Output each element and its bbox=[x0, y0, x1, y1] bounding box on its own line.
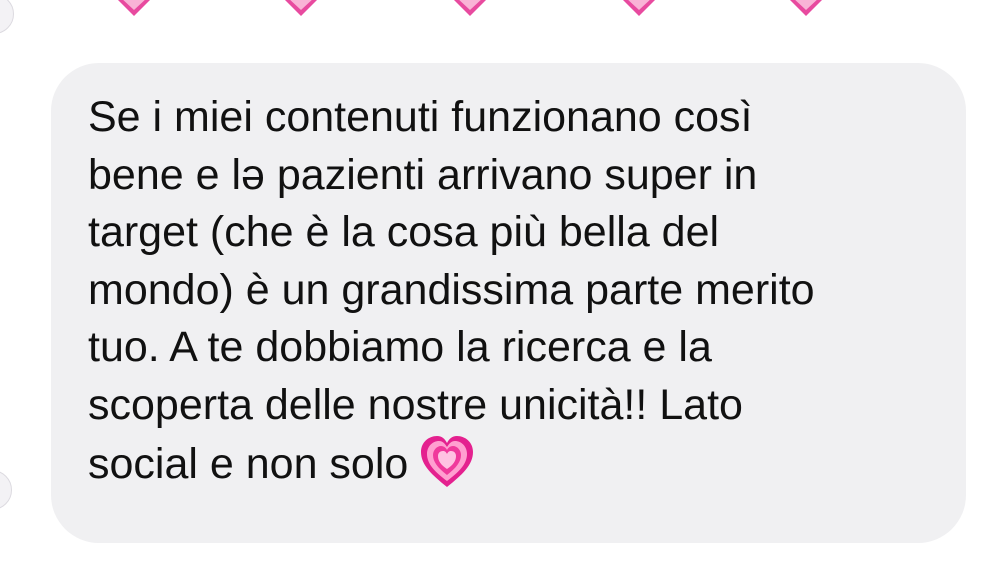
message-line: target (che è la cosa più bella del bbox=[88, 208, 720, 256]
sender-avatar[interactable] bbox=[0, 470, 12, 510]
message-line: mondo) è un grandissima parte merito bbox=[88, 265, 815, 314]
message-line: tuo. A te dobbiamo la ricerca e la bbox=[88, 323, 712, 371]
reaction-hearts-row bbox=[0, 0, 1002, 24]
message-line: bene e lə pazienti arrivano super in bbox=[88, 150, 758, 199]
message-line: scoperta delle nostre unicità!! Lato bbox=[88, 380, 743, 429]
pink-heart-icon bbox=[285, 0, 317, 16]
pink-heart-icon bbox=[118, 0, 150, 16]
message-bubble[interactable]: Se i miei contenuti funzionano così bene… bbox=[51, 63, 966, 543]
message-last-line: social e non solo bbox=[88, 434, 948, 494]
sender-avatar[interactable] bbox=[0, 0, 14, 34]
message-text: Se i miei contenuti funzionano così bene… bbox=[88, 89, 948, 494]
growing-heart-icon bbox=[421, 436, 474, 487]
pink-heart-icon bbox=[790, 0, 822, 16]
message-line: Se i miei contenuti funzionano così bbox=[88, 93, 753, 141]
pink-heart-icon bbox=[454, 0, 486, 16]
pink-heart-icon bbox=[623, 0, 655, 16]
message-line: social e non solo bbox=[88, 440, 409, 488]
